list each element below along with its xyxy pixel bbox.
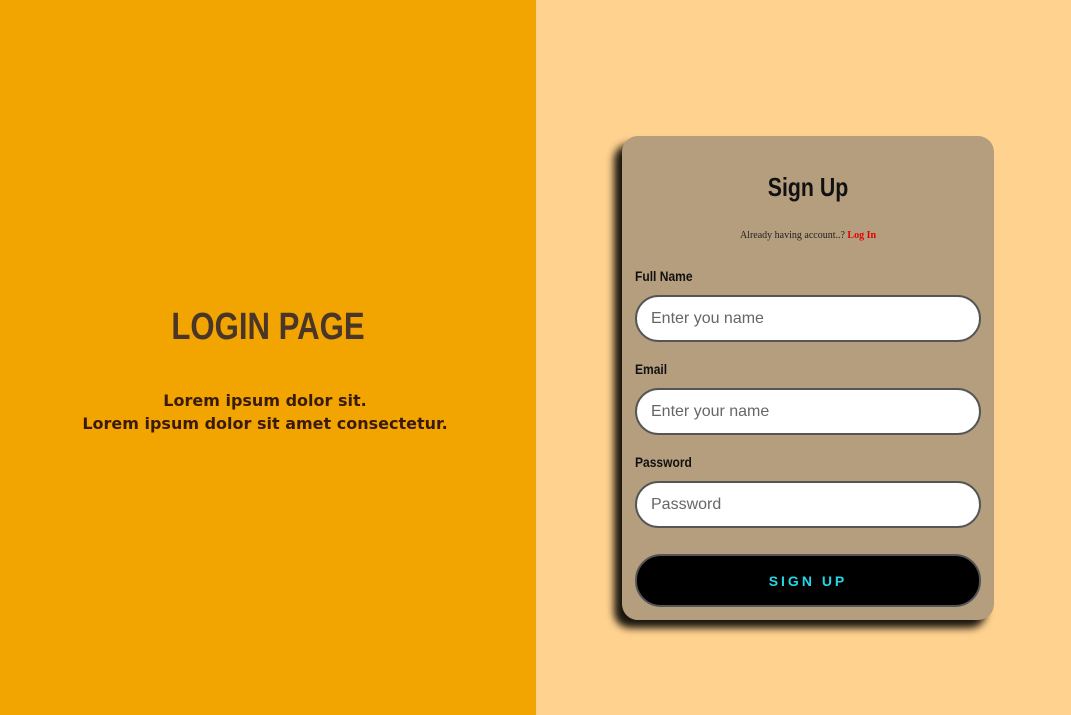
hero-subtitle-line-1: Lorem ipsum dolor sit.	[163, 391, 367, 410]
hero-panel: LOGIN PAGE Lorem ipsum dolor sit. Lorem …	[0, 0, 536, 715]
hero-title: LOGIN PAGE	[171, 306, 365, 348]
signup-title: Sign Up	[767, 172, 849, 202]
hero-subtitle: Lorem ipsum dolor sit. Lorem ipsum dolor…	[0, 389, 530, 435]
account-prompt: Already having account..? Log In	[622, 230, 994, 241]
email-label: Email	[635, 361, 668, 377]
hero-subtitle-line-2: Lorem ipsum dolor sit amet consectetur.	[82, 414, 448, 433]
account-prompt-text: Already having account..?	[739, 230, 848, 241]
password-label: Password	[635, 454, 692, 470]
signup-button[interactable]: SIGN UP	[635, 554, 981, 607]
signup-card: Sign Up Already having account..? Log In…	[622, 136, 994, 620]
email-input[interactable]	[635, 388, 981, 435]
password-input[interactable]	[635, 481, 981, 528]
full-name-label: Full Name	[635, 268, 693, 284]
full-name-input[interactable]	[635, 295, 981, 342]
login-link[interactable]: Log In	[847, 230, 876, 241]
